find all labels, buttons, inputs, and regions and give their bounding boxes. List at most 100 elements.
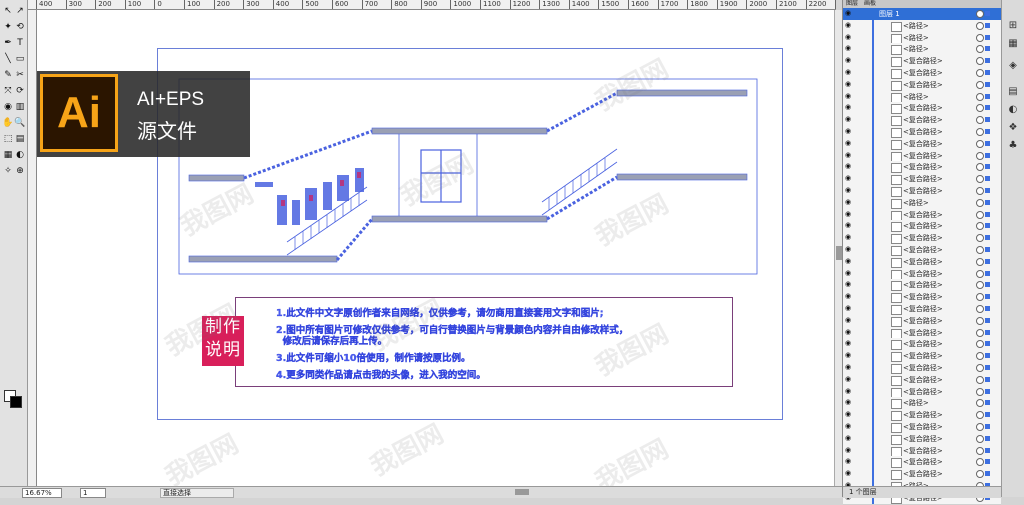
eye-icon[interactable]: ◉ (845, 33, 853, 41)
eye-icon[interactable]: ◉ (845, 293, 853, 300)
selection-square-icon[interactable] (985, 317, 990, 323)
layer-name[interactable]: <复合路径> (903, 162, 943, 172)
layer-name[interactable]: <复合路径> (903, 446, 943, 456)
eye-icon[interactable]: ◉ (845, 328, 853, 336)
layer-name[interactable]: <复合路径> (903, 410, 943, 420)
tool-button[interactable]: ⊕ (14, 166, 26, 177)
target-circle-icon[interactable] (976, 246, 984, 254)
selection-square-icon[interactable] (985, 211, 990, 217)
selection-square-icon[interactable] (985, 459, 990, 465)
tool-button[interactable]: ✦ (2, 22, 14, 33)
selection-square-icon[interactable] (985, 58, 990, 64)
layer-name[interactable]: <复合路径> (903, 422, 943, 432)
layer-name[interactable]: <复合路径> (903, 56, 943, 66)
eye-icon[interactable]: ◉ (845, 234, 853, 241)
selection-square-icon[interactable] (985, 353, 990, 359)
tab-artboards[interactable]: 画板 (861, 0, 879, 8)
eye-icon[interactable]: ◉ (845, 45, 853, 52)
layer-name[interactable]: <复合路径> (903, 457, 943, 467)
selection-square-icon[interactable] (985, 471, 990, 477)
eye-icon[interactable]: ◉ (845, 175, 853, 182)
selection-square-icon[interactable] (985, 70, 990, 75)
layer-name[interactable]: <复合路径> (903, 269, 943, 279)
layer-name[interactable]: <复合路径> (903, 245, 943, 255)
selection-square-icon[interactable] (985, 376, 990, 382)
dock-panel-icon[interactable]: ◈ (1007, 60, 1019, 72)
selection-square-icon[interactable] (985, 129, 990, 134)
eye-icon[interactable]: ◉ (845, 352, 853, 359)
tool-button[interactable]: ✒ (2, 38, 14, 49)
layer-name[interactable]: <路径> (903, 398, 929, 408)
target-circle-icon[interactable] (976, 104, 984, 113)
tool-button[interactable]: ↗ (14, 6, 26, 17)
selection-square-icon[interactable] (985, 258, 990, 264)
eye-icon[interactable]: ◉ (845, 375, 853, 383)
selection-square-icon[interactable] (985, 223, 990, 229)
target-circle-icon[interactable] (976, 423, 984, 431)
layer-name[interactable]: <复合路径> (903, 469, 943, 479)
layer-name[interactable]: <复合路径> (903, 68, 943, 78)
layer-name[interactable]: <复合路径> (903, 221, 943, 231)
selection-square-icon[interactable] (985, 93, 990, 99)
selection-square-icon[interactable] (985, 22, 990, 28)
target-circle-icon[interactable] (976, 375, 984, 384)
tool-button[interactable]: ✋ (2, 118, 14, 129)
vertical-ruler[interactable] (28, 10, 37, 486)
dock-panel-icon[interactable]: ⊞ (1007, 20, 1019, 32)
target-circle-icon[interactable] (976, 210, 984, 219)
target-circle-icon[interactable] (976, 80, 984, 89)
layer-name[interactable]: <复合路径> (903, 115, 943, 125)
layer-name[interactable]: <复合路径> (903, 434, 943, 444)
selection-square-icon[interactable] (985, 388, 990, 394)
tool-button[interactable]: ✧ (2, 166, 14, 177)
tool-button[interactable]: T (14, 38, 26, 49)
target-circle-icon[interactable] (976, 175, 984, 184)
target-circle-icon[interactable] (976, 57, 984, 66)
target-circle-icon[interactable] (976, 364, 984, 372)
target-circle-icon[interactable] (976, 399, 984, 408)
tool-button[interactable]: ⟲ (14, 22, 26, 33)
target-circle-icon[interactable] (976, 33, 984, 42)
target-circle-icon[interactable] (976, 198, 984, 207)
target-circle-icon[interactable] (976, 10, 984, 18)
tool-button[interactable]: ▤ (14, 134, 26, 145)
eye-icon[interactable]: ◉ (845, 151, 853, 159)
tool-button[interactable]: ◐ (14, 150, 26, 161)
layer-name[interactable]: 图层 1 (879, 9, 900, 19)
eye-icon[interactable]: ◉ (845, 387, 853, 395)
layer-name[interactable]: <复合路径> (903, 339, 943, 349)
target-circle-icon[interactable] (976, 45, 984, 54)
eye-icon[interactable]: ◉ (845, 116, 853, 123)
selection-square-icon[interactable] (985, 152, 990, 158)
target-circle-icon[interactable] (976, 257, 984, 266)
layer-name[interactable]: <复合路径> (903, 151, 943, 161)
layer-name[interactable]: <路径> (903, 33, 929, 43)
dock-panel-icon[interactable]: ♣ (1007, 140, 1019, 152)
eye-icon[interactable]: ◉ (845, 210, 853, 218)
layer-name[interactable]: <复合路径> (903, 328, 943, 338)
selection-square-icon[interactable] (985, 34, 990, 40)
layer-name[interactable]: <路径> (903, 21, 929, 31)
target-circle-icon[interactable] (976, 446, 984, 455)
tab-layers[interactable]: 图层 (843, 0, 861, 8)
eye-icon[interactable]: ◉ (845, 57, 853, 64)
tool-button[interactable]: ▭ (14, 54, 26, 65)
target-circle-icon[interactable] (976, 387, 984, 396)
selection-square-icon[interactable] (985, 282, 990, 288)
target-circle-icon[interactable] (976, 163, 984, 172)
target-circle-icon[interactable] (976, 293, 984, 302)
target-circle-icon[interactable] (976, 340, 984, 349)
eye-icon[interactable]: ◉ (845, 399, 853, 406)
selection-square-icon[interactable] (985, 46, 990, 52)
eye-icon[interactable]: ◉ (845, 92, 853, 100)
tool-button[interactable]: ◉ (2, 102, 14, 113)
stroke-color-swatch[interactable] (10, 396, 22, 408)
selection-square-icon[interactable] (985, 11, 990, 16)
target-circle-icon[interactable] (976, 151, 984, 160)
layer-name[interactable]: <复合路径> (903, 387, 943, 397)
layer-name[interactable]: <复合路径> (903, 257, 943, 267)
eye-icon[interactable]: ◉ (845, 281, 853, 288)
eye-icon[interactable]: ◉ (845, 222, 853, 229)
selection-square-icon[interactable] (985, 164, 990, 170)
eye-icon[interactable]: ◉ (845, 340, 853, 347)
